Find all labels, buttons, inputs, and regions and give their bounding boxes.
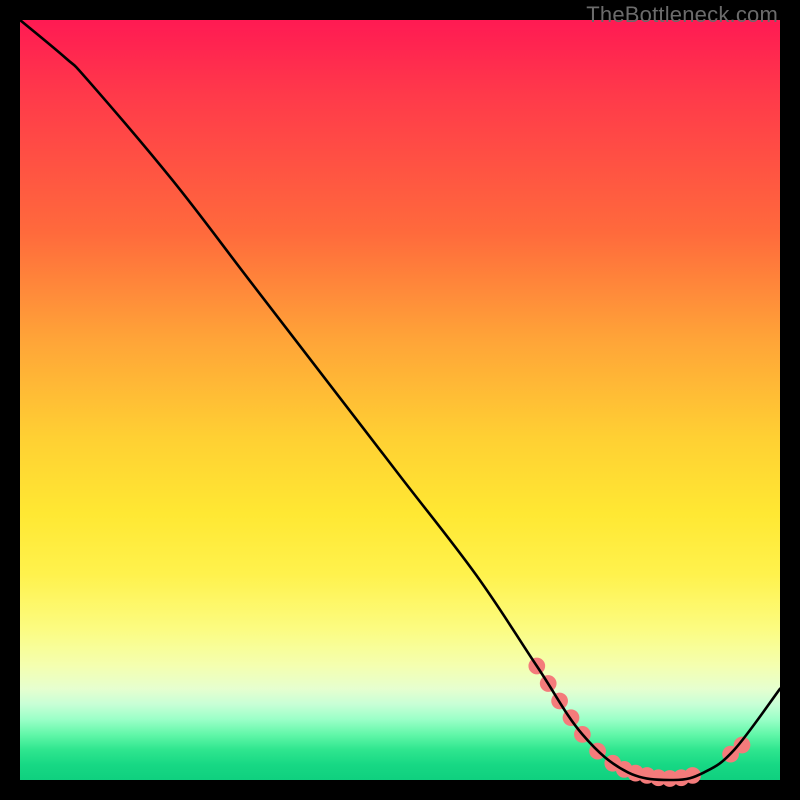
curve-markers — [528, 658, 750, 787]
chart-frame: TheBottleneck.com — [0, 0, 800, 800]
plot-area — [20, 20, 780, 780]
chart-svg — [20, 20, 780, 780]
curve-line — [20, 20, 780, 780]
watermark-text: TheBottleneck.com — [586, 2, 778, 28]
